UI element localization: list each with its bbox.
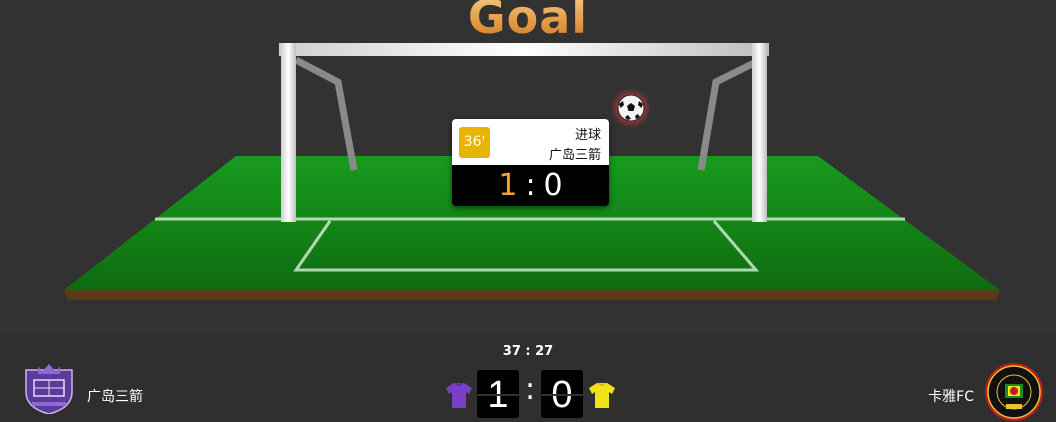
goal-event-card: 36' 进球 广岛三箭 1:0 — [452, 119, 609, 206]
goal-net-left-support — [294, 56, 358, 171]
event-score-separator: : — [525, 168, 536, 203]
scoreboard-bar: 37 : 27 广岛三箭 1 : 0 卡雅FC — [0, 334, 1056, 421]
goal-net-right-support — [697, 56, 762, 171]
event-team-label: 广岛三箭 — [548, 148, 601, 163]
home-score-digit: 1 — [477, 370, 519, 418]
yellow-jersey-icon — [589, 382, 615, 408]
event-home-score: 1 — [498, 168, 518, 203]
goal-crossbar — [279, 43, 769, 56]
goal-right-post — [752, 43, 767, 222]
away-team-name: 卡雅FC — [928, 389, 974, 405]
purple-jersey-icon — [446, 382, 472, 408]
event-type-label: 进球 — [574, 128, 601, 143]
event-minute-badge: 36' — [459, 127, 490, 158]
event-score: 1:0 — [452, 165, 609, 206]
goal-left-post — [281, 43, 296, 222]
home-team-name: 广岛三箭 — [87, 389, 143, 405]
score-separator: : — [524, 372, 536, 407]
away-team-crest — [985, 363, 1043, 421]
away-score-digit: 0 — [541, 370, 583, 418]
soccer-ball-icon — [611, 88, 651, 128]
goal-title: Goal — [0, 0, 1056, 44]
home-team-crest — [25, 364, 73, 414]
event-away-score: 0 — [543, 168, 563, 203]
match-clock: 37 : 27 — [502, 344, 554, 359]
match-animation-stage: Goal 36' 进球 广岛三箭 1:0 — [0, 0, 1056, 334]
